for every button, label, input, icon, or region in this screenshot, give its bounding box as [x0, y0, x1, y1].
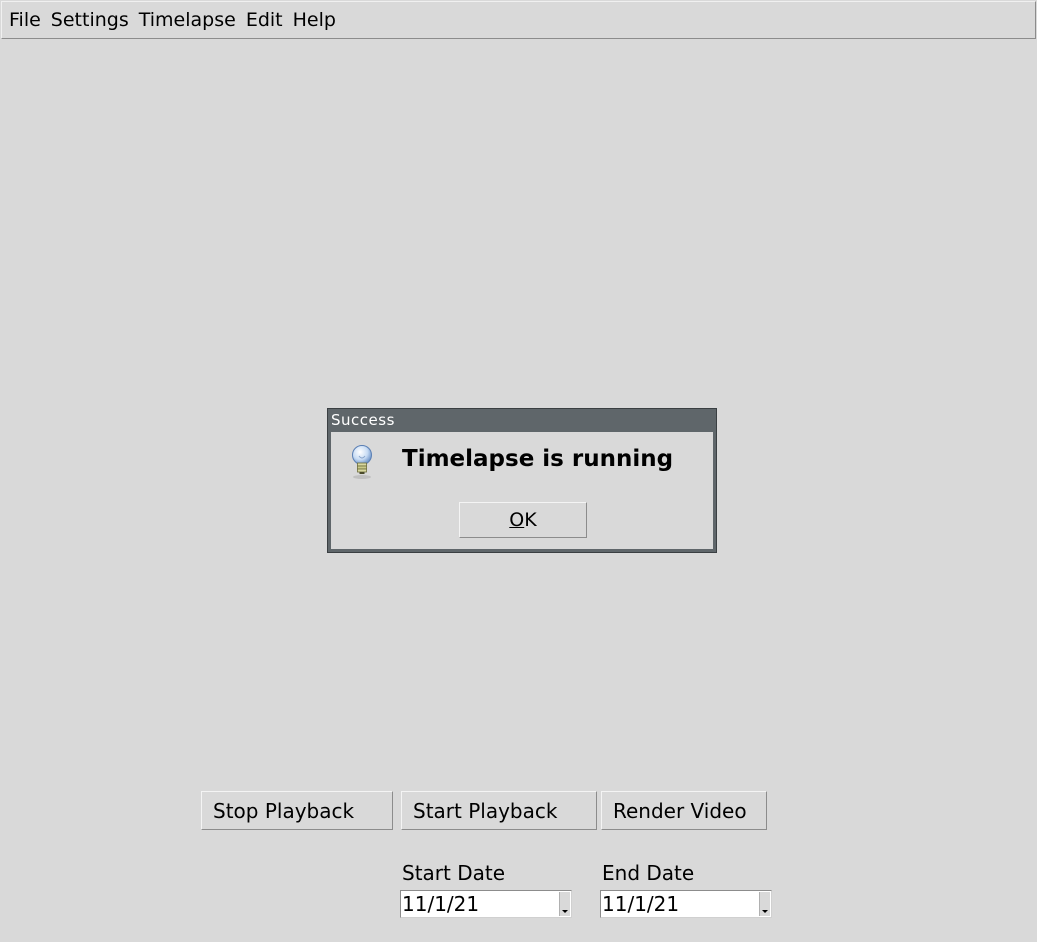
stop-playback-button[interactable]: Stop Playback	[201, 791, 393, 830]
end-date-dropdown-icon[interactable]	[759, 892, 770, 916]
start-date-dropdown-icon[interactable]	[559, 892, 570, 916]
ok-button[interactable]: OK	[459, 502, 587, 538]
end-date-value: 11/1/21	[602, 892, 680, 916]
menu-file[interactable]: File	[4, 2, 46, 38]
menu-settings[interactable]: Settings	[46, 2, 134, 38]
end-date-field[interactable]: 11/1/21	[600, 890, 772, 918]
end-date-label: End Date	[602, 861, 695, 885]
menu-help[interactable]: Help	[288, 2, 341, 38]
dialog-body: Timelapse is running OK	[328, 431, 716, 552]
ok-mnemonic: O	[509, 509, 525, 531]
dialog-message: Timelapse is running	[402, 446, 674, 472]
ok-label-rest: K	[524, 509, 537, 531]
menu-bar: File Settings Timelapse Edit Help	[1, 1, 1036, 39]
menu-timelapse[interactable]: Timelapse	[134, 2, 241, 38]
start-date-value: 11/1/21	[402, 892, 480, 916]
lightbulb-icon	[352, 445, 372, 479]
render-video-button[interactable]: Render Video	[601, 791, 767, 830]
success-dialog: Success Timelapse is running OK	[327, 408, 717, 553]
dialog-title[interactable]: Success	[328, 409, 716, 431]
start-date-label: Start Date	[402, 861, 506, 885]
start-playback-button[interactable]: Start Playback	[401, 791, 597, 830]
start-date-field[interactable]: 11/1/21	[400, 890, 572, 918]
menu-edit[interactable]: Edit	[241, 2, 288, 38]
